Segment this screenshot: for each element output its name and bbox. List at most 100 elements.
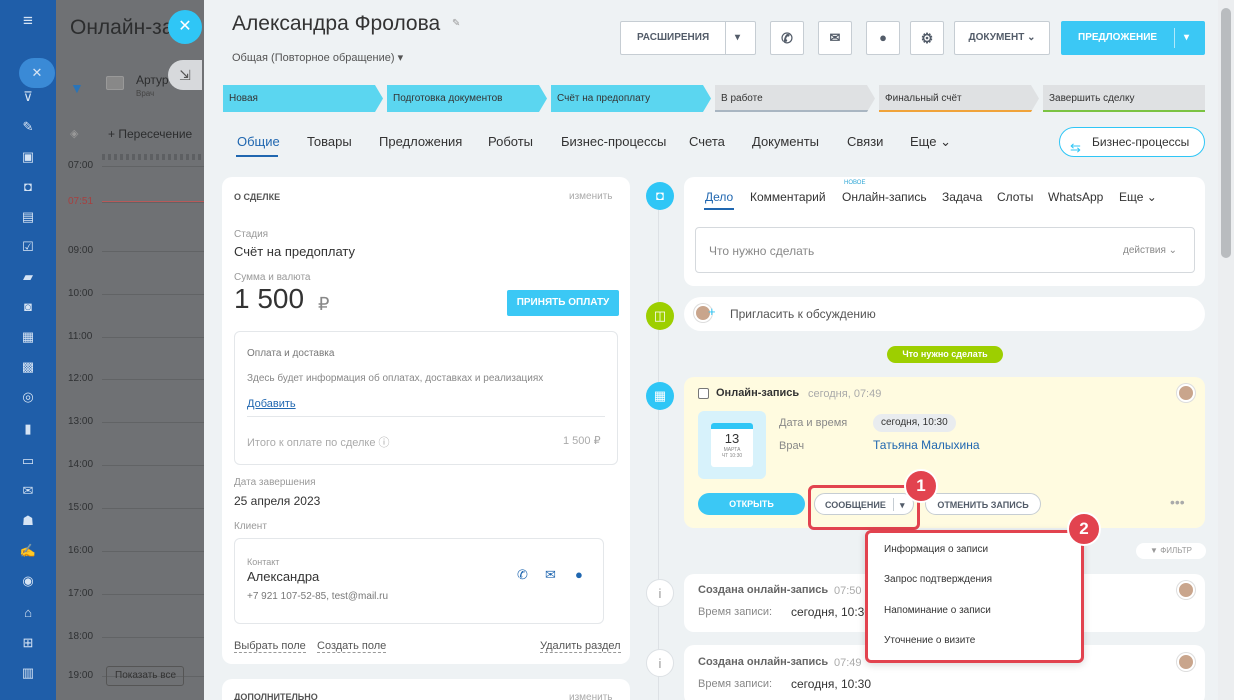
stage-final-invoice[interactable]: Финальный счёт (879, 85, 1039, 112)
close-slider-button[interactable]: ✕ (168, 10, 202, 44)
cancel-booking-button[interactable]: ОТМЕНИТЬ ЗАПИСЬ (925, 493, 1041, 515)
chart-icon[interactable]: ▥ (16, 662, 40, 684)
tab-products[interactable]: Товары (307, 134, 352, 149)
menu-item-visit-clarification[interactable]: Уточнение о визите (884, 635, 975, 646)
extensions-button[interactable]: РАСШИРЕНИЯ ▾ (620, 21, 756, 55)
chevron-down-icon[interactable]: ▾ (1184, 22, 1189, 54)
close-icon[interactable]: ✕ (19, 58, 55, 88)
tab-invoices[interactable]: Счета (689, 134, 725, 149)
tab-links[interactable]: Связи (847, 134, 883, 149)
timeline-tab-todo[interactable]: Задача (942, 190, 982, 204)
resource-icon (106, 76, 124, 90)
select-field-link[interactable]: Выбрать поле (234, 640, 306, 653)
more-options-icon[interactable]: ••• (1170, 494, 1185, 510)
message-button[interactable]: СООБЩЕНИЕ ▾ (814, 493, 914, 515)
circle-icon[interactable]: ◉ (16, 570, 40, 592)
tab-more[interactable]: Еще ⌄ (910, 134, 951, 150)
menu-icon[interactable]: ≡ (16, 10, 40, 32)
timeline-tab-slots[interactable]: Слоты (997, 190, 1033, 204)
filter-icon[interactable]: ▼ (70, 80, 84, 96)
menu-item-confirmation-request[interactable]: Запрос подтверждения (884, 574, 992, 585)
edit-section-link[interactable]: изменить (569, 692, 613, 700)
business-processes-button[interactable]: ⇆ Бизнес-процессы (1059, 127, 1205, 157)
contact-card-icon[interactable]: ▣ (16, 146, 40, 168)
contact-name[interactable]: Александра (247, 569, 319, 584)
payment-add-link[interactable]: Добавить (247, 398, 296, 410)
calendar-icon[interactable]: ▦ (16, 326, 40, 348)
invite-discussion[interactable]: + Пригласить к обсуждению (684, 297, 1205, 331)
mail-icon[interactable]: ✉ (545, 567, 556, 583)
settings-button[interactable]: ⚙ (910, 21, 944, 55)
document-icon[interactable]: ▤ (16, 206, 40, 228)
menu-item-reminder[interactable]: Напоминание о записи (884, 605, 991, 616)
phone-button[interactable]: ✆ (770, 21, 804, 55)
stage-value[interactable]: Счёт на предоплату (234, 244, 355, 259)
bank-icon[interactable]: ⌂ (16, 602, 40, 624)
cart-icon[interactable]: ⊞ (16, 632, 40, 654)
tab-business-processes[interactable]: Бизнес-процессы (561, 134, 666, 149)
tab-robots[interactable]: Роботы (488, 134, 533, 149)
chat-icon[interactable]: ▰ (16, 266, 40, 288)
delete-section-link[interactable]: Удалить раздел (540, 640, 621, 653)
callout-2: 2 (1067, 512, 1101, 546)
edit-section-link[interactable]: изменить (569, 191, 613, 202)
sign-icon[interactable]: ✍ (16, 540, 40, 562)
actions-dropdown[interactable]: действия ⌄ (1123, 245, 1177, 256)
file-icon[interactable]: ▮ (16, 418, 40, 440)
stage-prepayment[interactable]: Счёт на предоплату (551, 85, 711, 112)
activity-editor: Дело Комментарий Онлайн-запись НОВОЕ Зад… (684, 177, 1205, 286)
timeline-tab-whatsapp[interactable]: WhatsApp (1048, 190, 1103, 204)
proposal-button[interactable]: ПРЕДЛОЖЕНИЕ ▾ (1061, 21, 1205, 55)
users-icon[interactable]: ☗ (16, 510, 40, 532)
tab-proposals[interactable]: Предложения (379, 134, 462, 149)
collapse-icon[interactable]: ⇲ (168, 60, 202, 90)
booking-card: Онлайн-запись сегодня, 07:49 13 МАРТА ЧТ… (684, 377, 1205, 528)
timeline-tab-more[interactable]: Еще ⌄ (1119, 190, 1157, 204)
timeline-tab-booking[interactable]: Онлайн-запись (842, 190, 927, 204)
time-gridline (102, 166, 206, 167)
grid-icon[interactable]: ▩ (16, 356, 40, 378)
target-icon[interactable]: ◎ (16, 386, 40, 408)
phone-icon[interactable]: ✆ (517, 567, 528, 583)
create-field-link[interactable]: Создать поле (317, 640, 387, 653)
deal-category[interactable]: Общая (Повторное обращение) ▾ (232, 51, 403, 64)
robot-icon[interactable]: ◙ (16, 296, 40, 318)
todo-input[interactable]: Что нужно сделать действия ⌄ (695, 227, 1195, 273)
document-button[interactable]: ДОКУМЕНТ ⌄ (954, 21, 1050, 55)
doctor-link[interactable]: Татьяна Малыхина (873, 438, 980, 452)
tab-general[interactable]: Общие (237, 134, 280, 149)
add-overlap-button[interactable]: + Пересечение (108, 127, 192, 141)
checkbox-icon[interactable]: ☑ (16, 236, 40, 258)
stage-label: Счёт на предоплату (557, 93, 651, 104)
stage-in-work[interactable]: В работе (715, 85, 875, 112)
show-all-button[interactable]: Показать все (106, 666, 184, 686)
mail-icon[interactable]: ✉ (16, 480, 40, 502)
accept-payment-button[interactable]: ПРИНЯТЬ ОПЛАТУ (507, 290, 619, 316)
chat-button[interactable]: ● (866, 21, 900, 55)
chevron-down-icon[interactable]: ▾ (900, 494, 905, 516)
close-date-value[interactable]: 25 апреля 2023 (234, 494, 320, 508)
edit-icon[interactable]: ✎ (16, 116, 40, 138)
open-button[interactable]: ОТКРЫТЬ (698, 493, 805, 515)
stage-finish[interactable]: Завершить сделку (1043, 85, 1205, 112)
scrollbar-thumb[interactable] (1221, 8, 1231, 258)
timeline-tab-comment[interactable]: Комментарий (750, 190, 826, 204)
tab-documents[interactable]: Документы (752, 134, 819, 149)
inbox-icon[interactable]: ▭ (16, 450, 40, 472)
time-label: 10:00 (68, 288, 94, 299)
video-icon[interactable]: ◘ (16, 176, 40, 198)
chevron-down-icon[interactable]: ▾ (735, 22, 740, 54)
filter-button[interactable]: ▼ ФИЛЬТР (1136, 543, 1206, 559)
stage-new[interactable]: Новая (223, 85, 383, 112)
filter-icon[interactable]: ⊽ (16, 86, 40, 108)
datetime-value[interactable]: сегодня, 10:30 (873, 414, 956, 432)
chat-icon[interactable]: ● (575, 567, 583, 582)
stage-docs[interactable]: Подготовка документов (387, 85, 547, 112)
payment-title: Оплата и доставка (247, 348, 335, 359)
help-icon[interactable]: ⓘ (379, 437, 390, 449)
complete-checkbox[interactable] (698, 388, 709, 399)
menu-item-booking-info[interactable]: Информация о записи (884, 544, 988, 555)
mail-button[interactable]: ✉ (818, 21, 852, 55)
timeline-tab-task[interactable]: Дело (705, 190, 733, 204)
edit-title-icon[interactable]: ✎ (452, 18, 460, 29)
